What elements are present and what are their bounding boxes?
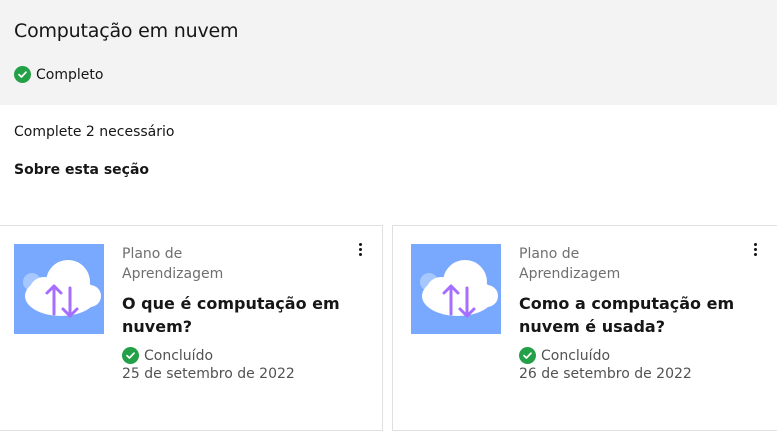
card-status: Concluído — [519, 347, 739, 364]
card-title[interactable]: Como a computação em nuvem é usada? — [519, 292, 739, 338]
overflow-menu-icon[interactable] — [352, 240, 368, 258]
about-section-link[interactable]: Sobre esta seção — [14, 162, 149, 178]
card-status-label: Concluído — [144, 347, 214, 364]
page-title: Computação em nuvem — [14, 20, 239, 42]
overflow-menu-icon[interactable] — [747, 240, 763, 258]
card-date: 26 de setembro de 2022 — [519, 366, 692, 382]
card-content: Plano de Aprendizagem Como a computação … — [519, 244, 739, 384]
learning-plan-card[interactable]: Plano de Aprendizagem Como a computação … — [392, 225, 777, 431]
card-date: 25 de setembro de 2022 — [122, 366, 295, 382]
cloud-transfer-icon — [411, 244, 501, 334]
card-type-label: Plano de Aprendizagem — [519, 246, 621, 282]
card-status-label: Concluído — [541, 347, 611, 364]
card-status: Concluído — [122, 347, 342, 364]
card-content: Plano de Aprendizagem O que é computação… — [122, 244, 342, 384]
checkmark-icon — [122, 347, 139, 364]
requirement-text: Complete 2 necessário — [14, 124, 175, 140]
card-type-label: Plano de Aprendizagem — [122, 246, 224, 282]
completion-status: Completo — [14, 66, 103, 83]
section-header: Computação em nuvem Completo — [0, 0, 777, 105]
completion-status-label: Completo — [36, 66, 104, 83]
checkmark-icon — [14, 66, 31, 83]
cloud-transfer-icon — [14, 244, 104, 334]
card-title[interactable]: O que é computação em nuvem? — [122, 292, 342, 338]
learning-plan-card[interactable]: Plano de Aprendizagem O que é computação… — [0, 225, 383, 431]
checkmark-icon — [519, 347, 536, 364]
